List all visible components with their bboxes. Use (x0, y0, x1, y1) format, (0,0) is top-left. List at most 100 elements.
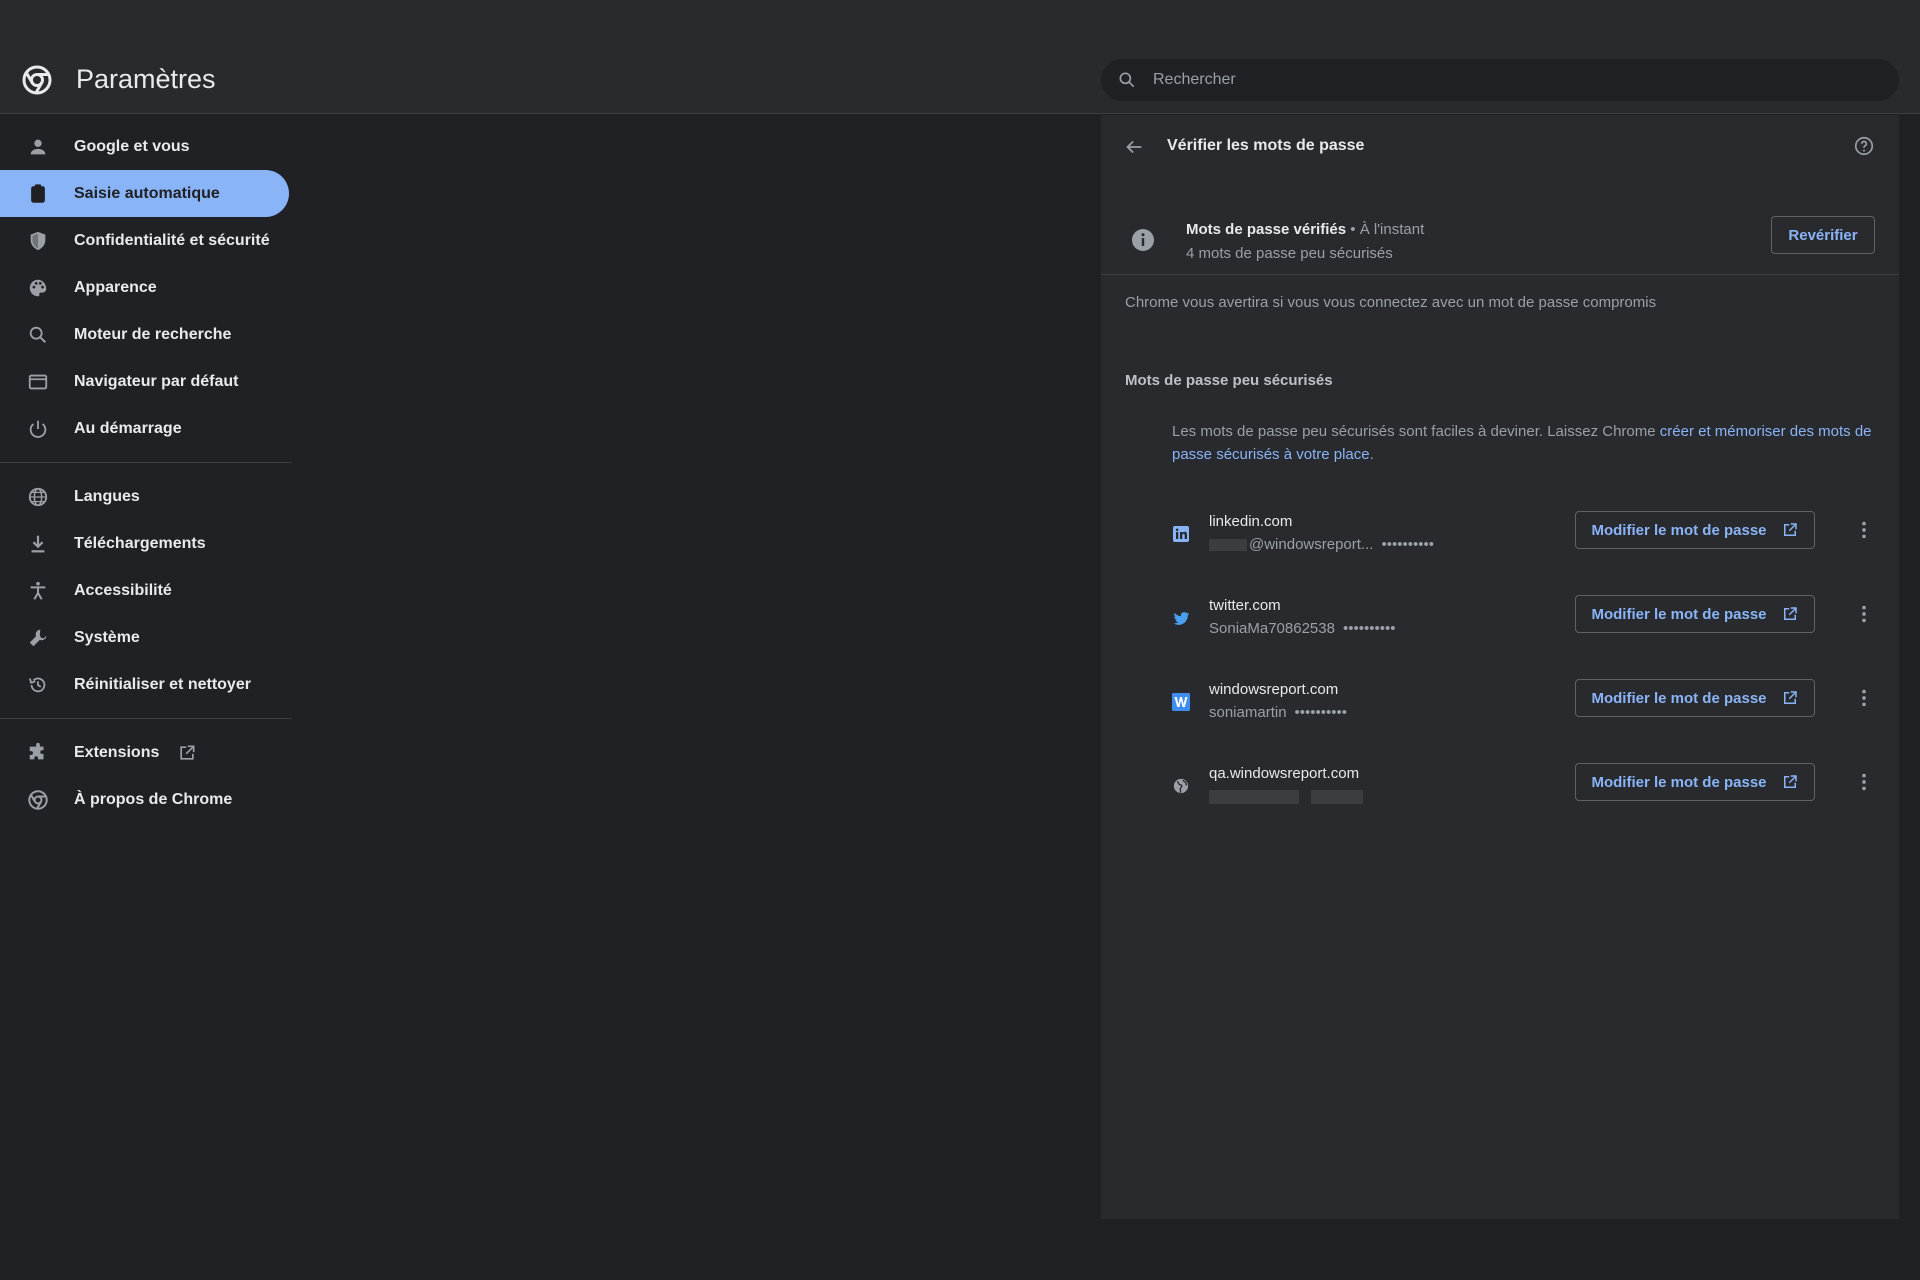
sidebar-item-label: Navigateur par défaut (74, 372, 239, 390)
sidebar-item-label: Langues (74, 487, 140, 505)
palette-icon (26, 276, 50, 300)
twitter-icon (1172, 609, 1190, 627)
site-credentials (1209, 788, 1365, 805)
sidebar-item-system[interactable]: Système (0, 614, 292, 661)
sidebar-item-autofill[interactable]: Saisie automatique (0, 170, 289, 217)
more-options-icon[interactable] (1853, 771, 1875, 793)
status-separator: • (1350, 221, 1356, 238)
sidebar-item-downloads[interactable]: Téléchargements (0, 520, 292, 567)
divider (1101, 274, 1899, 275)
chrome-logo-icon (22, 65, 52, 95)
person-icon (26, 135, 50, 159)
sidebar-item-label: Confidentialité et sécurité (74, 231, 270, 249)
sidebar-item-privacy[interactable]: Confidentialité et sécurité (0, 217, 292, 264)
more-options-icon[interactable] (1853, 687, 1875, 709)
external-link-icon (1781, 521, 1799, 539)
password-mask: •••••••••• (1294, 704, 1348, 721)
list-item: twitter.com SoniaMa70862538 •••••••••• Mo… (1101, 579, 1899, 663)
download-icon (26, 532, 50, 556)
username: soniamartin (1209, 704, 1287, 721)
sidebar-item-reset[interactable]: Réinitialiser et nettoyer (0, 661, 292, 708)
site-name: twitter.com (1209, 597, 1281, 614)
brand: Paramètres (22, 64, 216, 95)
list-item: windowsreport.com soniamartin •••••••••• … (1101, 663, 1899, 747)
sidebar-item-label: Téléchargements (74, 534, 206, 552)
sidebar-item-startup[interactable]: Au démarrage (0, 405, 292, 452)
password-check-card: Vérifier les mots de passe Mots de passe… (1101, 115, 1899, 1219)
wrench-icon (26, 626, 50, 650)
sidebar-item-languages[interactable]: Langues (0, 473, 292, 520)
header-bar: Paramètres (0, 0, 1920, 114)
username: SoniaMa70862538 (1209, 620, 1335, 637)
site-credentials: SoniaMa70862538 •••••••••• (1209, 620, 1395, 637)
modify-password-button[interactable]: Modifier le mot de passe (1575, 763, 1815, 801)
sidebar-item-google[interactable]: Google et vous (0, 123, 292, 170)
list-item: linkedin.com @windowsreport... ••••••••••… (1101, 495, 1899, 579)
sidebar-item-label: Au démarrage (74, 419, 182, 437)
status-summary: 4 mots de passe peu sécurisés (1186, 245, 1393, 262)
username: @windowsreport... (1249, 536, 1374, 553)
sidebar-item-label: Apparence (74, 278, 157, 296)
list-item: qa.windowsreport.com Modifier le mot de … (1101, 747, 1899, 831)
sidebar-item-extensions[interactable]: Extensions (0, 729, 292, 776)
sidebar-item-label: Accessibilité (74, 581, 172, 599)
back-arrow-icon[interactable] (1123, 136, 1145, 158)
chrome-icon (26, 788, 50, 812)
shield-icon (26, 229, 50, 253)
modify-password-button[interactable]: Modifier le mot de passe (1575, 595, 1815, 633)
sidebar-item-label: Moteur de recherche (74, 325, 232, 343)
info-icon (1131, 228, 1155, 252)
globe-icon (26, 485, 50, 509)
sidebar-divider (0, 718, 292, 719)
restore-icon (26, 673, 50, 697)
search-box[interactable] (1101, 59, 1899, 101)
sidebar-item-search-engine[interactable]: Moteur de recherche (0, 311, 292, 358)
status-line: Mots de passe vérifiés • À l'instant (1186, 221, 1424, 238)
compromised-warning-note: Chrome vous avertira si vous vous connec… (1125, 294, 1657, 311)
modify-password-button[interactable]: Modifier le mot de passe (1575, 511, 1815, 549)
redacted-block (1311, 790, 1363, 805)
windowsreport-icon (1172, 693, 1190, 711)
globe-icon (1172, 777, 1190, 795)
search-input[interactable] (1153, 71, 1853, 89)
help-icon[interactable] (1853, 135, 1875, 157)
modify-password-label: Modifier le mot de passe (1591, 689, 1767, 707)
external-link-icon (1781, 605, 1799, 623)
sidebar-item-label: À propos de Chrome (74, 790, 233, 808)
sidebar-item-label: Google et vous (74, 137, 190, 155)
more-options-icon[interactable] (1853, 519, 1875, 541)
page-title: Paramètres (76, 64, 216, 94)
status-checked: Mots de passe vérifiés (1186, 221, 1347, 238)
sidebar: Google et vous Saisie automatique Confid… (0, 123, 292, 823)
weak-passwords-description: Les mots de passe peu sécurisés sont fac… (1172, 420, 1882, 466)
more-options-icon[interactable] (1853, 603, 1875, 625)
modify-password-button[interactable]: Modifier le mot de passe (1575, 679, 1815, 717)
site-name: windowsreport.com (1209, 681, 1339, 698)
status-time: À l'instant (1359, 221, 1425, 238)
search-icon (26, 323, 50, 347)
description-period: . (1369, 446, 1374, 463)
sidebar-item-about[interactable]: À propos de Chrome (0, 776, 292, 823)
card-title: Vérifier les mots de passe (1167, 137, 1365, 154)
puzzle-icon (26, 741, 50, 765)
site-credentials: @windowsreport... •••••••••• (1209, 536, 1434, 553)
sidebar-divider (0, 462, 292, 463)
password-list: linkedin.com @windowsreport... ••••••••••… (1101, 495, 1899, 831)
modify-password-label: Modifier le mot de passe (1591, 773, 1767, 791)
sidebar-item-label: Extensions (74, 743, 160, 761)
sidebar-item-accessibility[interactable]: Accessibilité (0, 567, 292, 614)
external-link-icon (1781, 689, 1799, 707)
site-name: linkedin.com (1209, 513, 1293, 530)
site-name: qa.windowsreport.com (1209, 765, 1360, 782)
browser-icon (26, 370, 50, 394)
sidebar-item-label: Saisie automatique (74, 184, 220, 202)
sidebar-item-label: Système (74, 628, 140, 646)
sidebar-item-appearance[interactable]: Apparence (0, 264, 292, 311)
recheck-button[interactable]: Revérifier (1771, 216, 1875, 254)
external-link-icon (1781, 773, 1799, 791)
search-icon (1119, 72, 1135, 88)
sidebar-item-default-browser[interactable]: Navigateur par défaut (0, 358, 292, 405)
description-text: Les mots de passe peu sécurisés sont fac… (1172, 423, 1656, 440)
modify-password-label: Modifier le mot de passe (1591, 521, 1767, 539)
weak-passwords-heading: Mots de passe peu sécurisés (1125, 372, 1333, 389)
